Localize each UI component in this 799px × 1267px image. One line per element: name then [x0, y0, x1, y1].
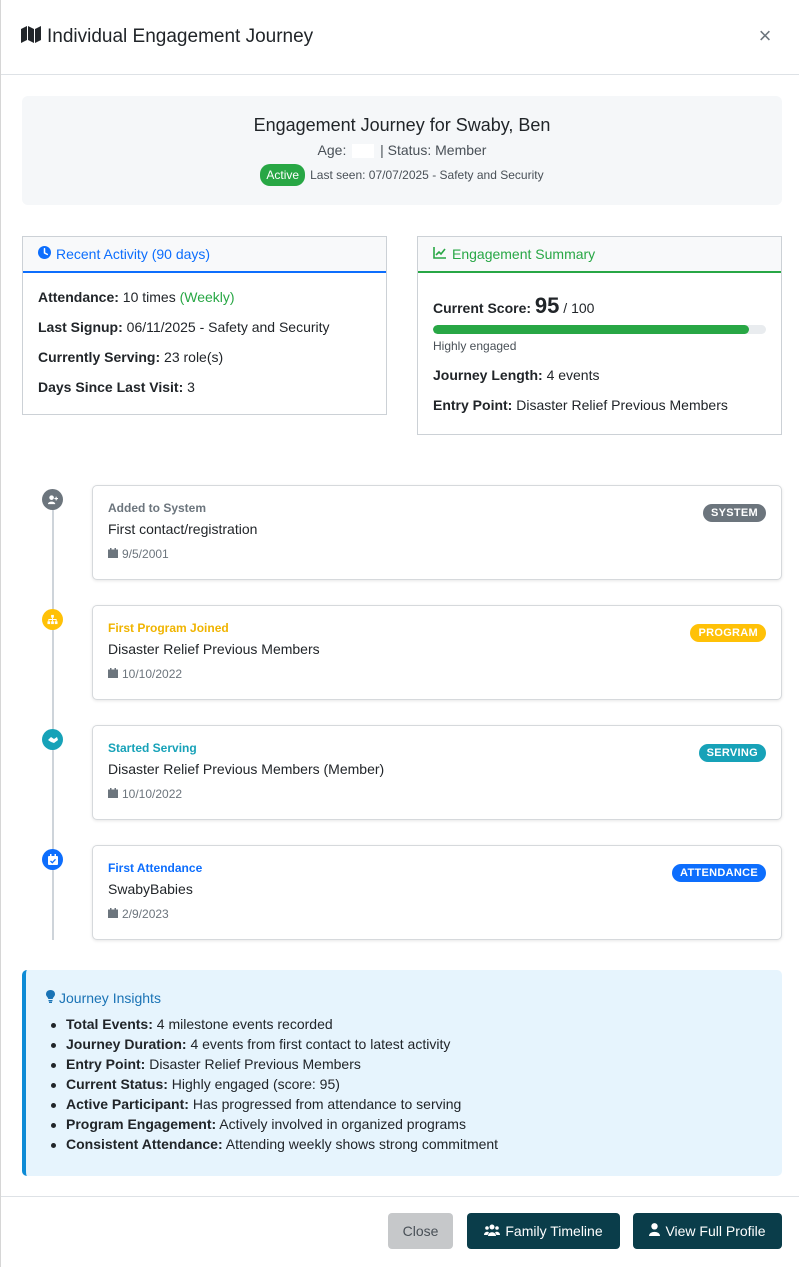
users-icon	[484, 1223, 505, 1239]
engagement-journey-modal: Individual Engagement Journey × Engageme…	[0, 0, 799, 1267]
event-type: Added to System	[108, 501, 207, 515]
attendance-row: Attendance: 10 times (Weekly)	[38, 289, 235, 305]
journey-hero: Engagement Journey for Swaby, Ben Age: |…	[22, 96, 782, 205]
engagement-summary-header: Engagement Summary	[418, 237, 781, 273]
journey-insights-header: Journey Insights	[46, 990, 762, 1006]
person-meta: Age: | Status: Member	[22, 142, 782, 159]
family-timeline-button[interactable]: Family Timeline	[467, 1213, 620, 1249]
event-type: Started Serving	[108, 741, 197, 755]
age-value-redacted	[352, 144, 375, 159]
current-score-row: Current Score: 95 / 100	[433, 293, 595, 318]
event-type: First Attendance	[108, 861, 203, 875]
recent-activity-card: Recent Activity (90 days) Attendance: 10…	[22, 236, 387, 415]
timeline-line	[52, 497, 54, 940]
event-description: First contact/registration	[108, 521, 258, 537]
calendar-icon	[108, 907, 122, 921]
entry-point-row: Entry Point: Disaster Relief Previous Me…	[433, 397, 728, 413]
modal-footer: Close Family Timeline View Full Profile	[1, 1196, 799, 1267]
list-item: Active Participant: Has progressed from …	[46, 1096, 762, 1112]
list-item: Consistent Attendance: Attending weekly …	[46, 1136, 762, 1152]
sitemap-icon	[42, 609, 63, 630]
calendar-icon	[108, 787, 122, 801]
event-tag: SERVING	[698, 744, 766, 762]
event-date: 9/5/2001	[108, 547, 766, 561]
clock-icon	[38, 246, 56, 262]
timeline-event-program: First Program Joined Disaster Relief Pre…	[92, 605, 782, 700]
days-since-visit-row: Days Since Last Visit: 3	[38, 379, 195, 395]
event-description: Disaster Relief Previous Members (Member…	[108, 761, 385, 777]
event-date: 10/10/2022	[108, 787, 766, 801]
calendar-icon	[108, 547, 122, 561]
age-label: Age:	[317, 142, 347, 158]
journey-insights: Journey Insights Total Events: 4 milesto…	[22, 970, 782, 1176]
close-icon[interactable]: ×	[755, 25, 775, 47]
list-item: Current Status: Highly engaged (score: 9…	[46, 1076, 762, 1092]
journey-length-row: Journey Length: 4 events	[433, 367, 600, 383]
score-value: 95	[534, 293, 560, 318]
score-progress-bar	[433, 325, 766, 334]
status-badge: Active	[260, 164, 306, 187]
timeline-event-system: Added to System First contact/registrati…	[92, 485, 782, 580]
lightbulb-icon	[46, 990, 55, 1006]
event-description: SwabyBabies	[108, 881, 193, 897]
list-item: Program Engagement: Actively involved in…	[46, 1116, 762, 1132]
list-item: Total Events: 4 milestone events recorde…	[46, 1016, 762, 1032]
event-type: First Program Joined	[108, 621, 229, 635]
calendar-check-icon	[42, 849, 63, 870]
line-chart-icon	[433, 246, 452, 262]
score-progress-fill	[433, 325, 750, 334]
status-text: | Status: Member	[380, 142, 487, 158]
view-full-profile-button[interactable]: View Full Profile	[633, 1213, 782, 1249]
event-tag: ATTENDANCE	[672, 864, 766, 882]
modal-header: Individual Engagement Journey ×	[1, 0, 799, 75]
recent-activity-header: Recent Activity (90 days)	[23, 237, 386, 273]
last-seen-text: Last seen: 07/07/2025 - Safety and Secur…	[310, 168, 544, 183]
engagement-summary-card: Engagement Summary Current Score: 95 / 1…	[417, 236, 782, 435]
currently-serving-row: Currently Serving: 23 role(s)	[38, 349, 224, 365]
event-date: 2/9/2023	[108, 907, 766, 921]
event-tag: SYSTEM	[702, 504, 766, 522]
map-icon	[21, 25, 47, 49]
close-button[interactable]: Close	[388, 1213, 453, 1249]
event-description: Disaster Relief Previous Members	[108, 641, 320, 657]
modal-title: Individual Engagement Journey	[21, 25, 313, 49]
calendar-icon	[108, 667, 122, 681]
event-date: 10/10/2022	[108, 667, 766, 681]
user-icon	[649, 1223, 665, 1239]
score-caption: Highly engaged	[433, 339, 517, 353]
handshake-icon	[42, 729, 63, 750]
user-plus-icon	[42, 489, 63, 510]
timeline-event-serving: Started Serving Disaster Relief Previous…	[92, 725, 782, 820]
journey-person-name: Engagement Journey for Swaby, Ben	[253, 115, 551, 135]
last-signup-row: Last Signup: 06/11/2025 - Safety and Sec…	[38, 319, 330, 335]
list-item: Entry Point: Disaster Relief Previous Me…	[46, 1056, 762, 1072]
timeline-event-attendance: First Attendance SwabyBabies 2/9/2023 AT…	[92, 845, 782, 940]
list-item: Journey Duration: 4 events from first co…	[46, 1036, 762, 1052]
insights-list: Total Events: 4 milestone events recorde…	[46, 1016, 762, 1152]
event-tag: PROGRAM	[690, 624, 766, 642]
